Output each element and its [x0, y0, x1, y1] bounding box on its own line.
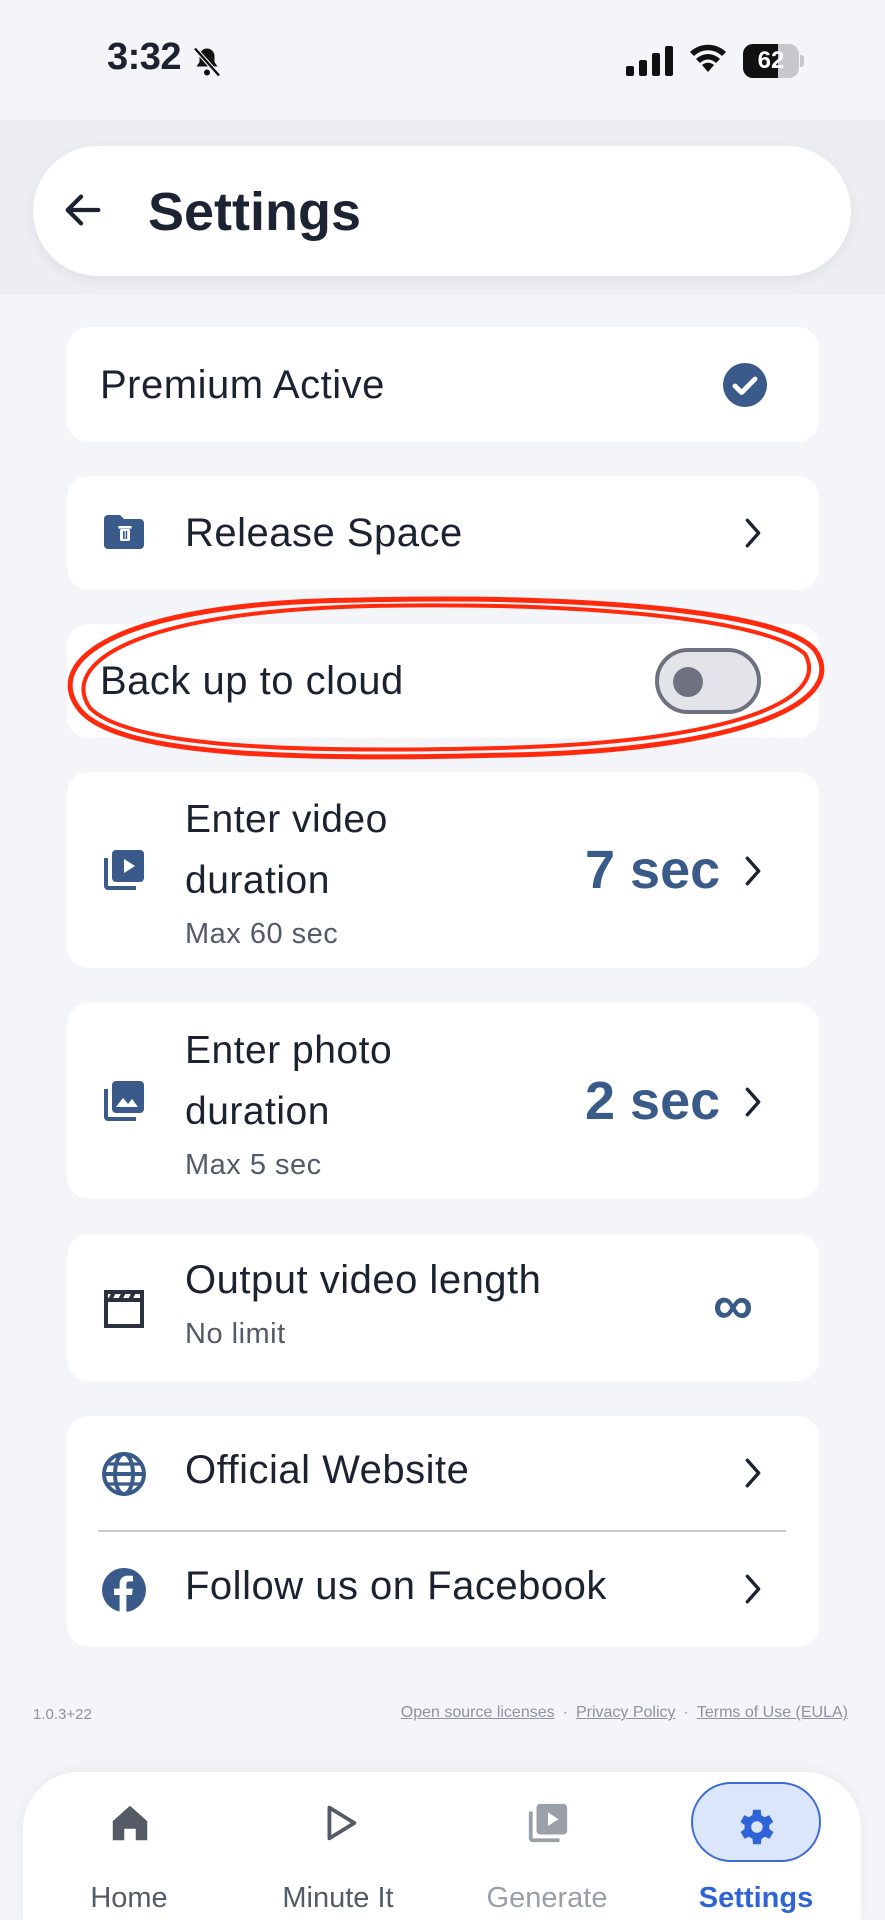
backup-label: Back up to cloud: [100, 659, 404, 703]
battery-percent: 62: [757, 47, 785, 74]
tab-home[interactable]: Home: [29, 1780, 229, 1920]
video-library-icon: [528, 1803, 568, 1843]
bell-slash-icon: [193, 47, 221, 77]
premium-label: Premium Active: [100, 363, 385, 407]
tab-label: Settings: [698, 1882, 814, 1914]
tab-label: Home: [90, 1882, 168, 1914]
tab-label: Minute It: [282, 1882, 394, 1914]
output-length-row[interactable]: Output video length No limit ∞: [67, 1234, 819, 1381]
separator: ·: [683, 1704, 689, 1721]
photo-duration-value: 2 sec: [585, 1071, 721, 1131]
privacy-link[interactable]: Privacy Policy: [576, 1704, 676, 1721]
photo-duration-subtitle: Max 5 sec: [185, 1149, 322, 1181]
video-duration-title: Enter video duration: [185, 798, 388, 902]
premium-card: Premium Active: [67, 327, 819, 442]
website-label: Official Website: [185, 1448, 470, 1492]
release-space-row[interactable]: Release Space: [67, 476, 819, 590]
terms-link[interactable]: Terms of Use (EULA): [697, 1704, 848, 1721]
separator: ·: [562, 1704, 568, 1721]
video-duration-subtitle: Max 60 sec: [185, 918, 339, 950]
home-icon: [112, 1805, 148, 1841]
chevron-right-icon: [745, 518, 761, 548]
chevron-right-icon: [745, 1087, 761, 1117]
toggle-knob: [673, 667, 703, 697]
video-duration-row[interactable]: Enter video duration Max 60 sec 7 sec: [67, 772, 819, 968]
infinity-value: ∞: [713, 1273, 753, 1336]
release-space-label: Release Space: [185, 511, 463, 555]
battery-indicator: 62: [743, 44, 805, 78]
page-title: Settings: [148, 182, 362, 242]
output-length-title: Output video length: [185, 1258, 542, 1302]
photo-library-icon: [104, 1081, 144, 1121]
wifi-icon: [690, 44, 726, 72]
check-circle-icon: [723, 363, 767, 407]
cellular-signal-icon: [626, 46, 673, 76]
play-icon: [327, 1805, 357, 1841]
video-duration-value: 7 sec: [585, 840, 721, 900]
facebook-row[interactable]: Follow us on Facebook: [67, 1534, 819, 1646]
website-row[interactable]: Official Website: [67, 1416, 819, 1528]
folder-delete-icon: [104, 515, 144, 549]
status-bar: 3:32 62: [0, 0, 885, 120]
chevron-right-icon: [745, 856, 761, 886]
open-source-link[interactable]: Open source licenses: [401, 1704, 555, 1721]
clapperboard-icon: [104, 1290, 144, 1328]
output-length-subtitle: No limit: [185, 1318, 286, 1350]
chevron-right-icon: [745, 1574, 761, 1604]
globe-icon: [102, 1452, 146, 1496]
tab-minute-it[interactable]: Minute It: [238, 1780, 438, 1920]
back-arrow-icon[interactable]: [60, 187, 106, 233]
video-library-icon: [104, 850, 144, 890]
links-divider: [98, 1530, 786, 1532]
facebook-label: Follow us on Facebook: [185, 1564, 607, 1608]
footer-links: Open source licenses · Privacy Policy · Term…: [401, 1704, 848, 1722]
status-time: 3:32: [107, 36, 182, 78]
photo-duration-row[interactable]: Enter photo duration Max 5 sec 2 sec: [67, 1003, 819, 1199]
tab-label: Generate: [486, 1882, 608, 1914]
photo-duration-title: Enter photo duration: [185, 1029, 393, 1133]
chevron-right-icon: [745, 1458, 761, 1488]
backup-toggle[interactable]: [655, 648, 761, 714]
facebook-icon: [102, 1568, 146, 1612]
app-version: 1.0.3+22: [33, 1706, 92, 1723]
tab-generate[interactable]: Generate: [447, 1780, 647, 1920]
tab-settings[interactable]: Settings: [656, 1780, 856, 1920]
gear-icon: [740, 1809, 774, 1845]
